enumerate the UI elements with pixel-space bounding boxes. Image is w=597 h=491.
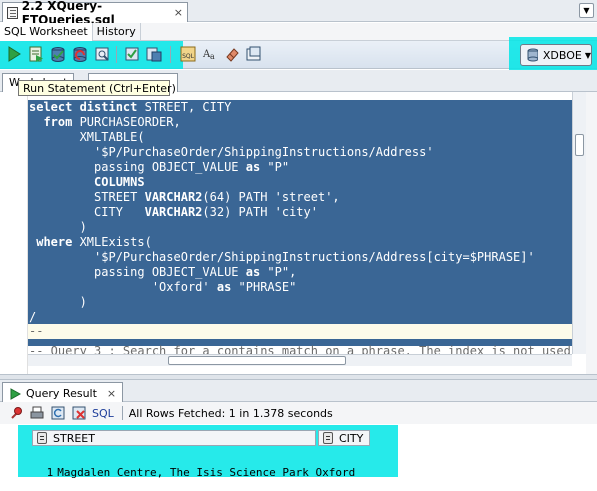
cell-street[interactable]: Magdalen Centre, The Isis Science Park: [57, 466, 309, 479]
column-header-street[interactable]: STREET: [32, 430, 316, 446]
column-header-label: CITY: [339, 431, 364, 445]
code-line: from PURCHASEORDER,: [29, 115, 181, 129]
column-header-city[interactable]: CITY: [318, 430, 370, 446]
run-statement-tooltip: Run Statement (Ctrl+Enter): [18, 80, 176, 96]
vertical-scrollbar[interactable]: [572, 92, 586, 354]
run-statement-icon[interactable]: [6, 46, 22, 62]
format-case-icon[interactable]: Aa: [202, 46, 218, 62]
result-toolbar: SQL All Rows Fetched: 1 in 1.378 seconds: [0, 402, 597, 424]
run-script-icon[interactable]: [28, 46, 44, 62]
sql-editor[interactable]: select distinct STREET, CITY from PURCHA…: [0, 92, 597, 374]
autotrace-icon[interactable]: [94, 46, 110, 62]
sql-file-icon: [7, 6, 18, 19]
print-icon[interactable]: [29, 405, 45, 421]
horizontal-scrollbar[interactable]: [28, 354, 572, 366]
chevron-down-icon: ▼: [584, 50, 591, 60]
code-line: passing OBJECT_VALUE as "P",: [29, 265, 297, 279]
connection-selector[interactable]: XDBOE ▼: [520, 44, 592, 66]
pin-icon[interactable]: [8, 405, 24, 421]
result-tabbar: Query Result ×: [0, 380, 597, 402]
fetch-status: All Rows Fetched: 1 in 1.378 seconds: [128, 406, 333, 420]
code-line: XMLTABLE(: [29, 130, 145, 144]
tab-list-dropdown-button[interactable]: ▼: [579, 3, 594, 18]
run-statement-icon: [10, 387, 21, 400]
rollback-icon[interactable]: [72, 46, 88, 62]
find-icon[interactable]: [246, 46, 262, 62]
row-number: 1: [46, 466, 54, 479]
database-icon: [527, 48, 538, 62]
tab-query-result[interactable]: Query Result ×: [2, 382, 124, 402]
editor-right-strip: [586, 92, 597, 374]
code-line: where XMLExists(: [29, 235, 152, 249]
document-tab[interactable]: 2.2 XQuery-FTQueries.sql ×: [2, 0, 188, 27]
code-line: /: [29, 310, 37, 324]
toolbar-separator: [116, 46, 117, 63]
close-icon[interactable]: ×: [174, 6, 183, 19]
query-result-label: Query Result: [26, 387, 97, 400]
worksheet-toolbar: SQL Aa XDBOE ▼: [0, 37, 597, 73]
table-row[interactable]: 1 Magdalen Centre, The Isis Science Park …: [30, 449, 356, 479]
cell-city[interactable]: Oxford: [316, 466, 356, 479]
toolbar-separator: [170, 46, 171, 63]
document-tabbar: 2.2 XQuery-FTQueries.sql × ▼: [0, 0, 597, 27]
eraser-icon[interactable]: [224, 46, 240, 62]
result-grid-header: STREET CITY: [30, 430, 370, 446]
code-line: select distinct STREET, CITY: [29, 100, 232, 114]
toolbar-separator: [121, 406, 123, 420]
code-line: STREET VARCHAR2(64) PATH 'street',: [29, 190, 340, 204]
code-line: '$P/PurchaseOrder/ShippingInstructions/A…: [29, 250, 535, 264]
scroll-thumb[interactable]: [575, 134, 584, 156]
commit-icon[interactable]: [50, 46, 66, 62]
code-line: ): [29, 295, 87, 309]
current-line-highlight: --: [28, 324, 572, 339]
worksheet-subtabs: SQL Worksheet History: [0, 23, 597, 41]
code-line: '$P/PurchaseOrder/ShippingInstructions/A…: [29, 145, 434, 159]
caret-line-text: --: [29, 324, 44, 338]
code-line: ): [29, 220, 87, 234]
explain-plan-icon[interactable]: [124, 46, 140, 62]
code-line: 'Oxford' as "PHRASE": [29, 280, 297, 294]
svg-text:a: a: [210, 52, 215, 61]
refresh-icon[interactable]: [50, 405, 66, 421]
code-line: CITY VARCHAR2(32) PATH 'city': [29, 205, 318, 219]
column-icon: [37, 432, 47, 444]
connection-name: XDBOE: [542, 48, 582, 62]
sql-tuning-icon[interactable]: [146, 46, 162, 62]
column-icon: [323, 432, 333, 444]
tab-sql-worksheet[interactable]: SQL Worksheet: [0, 23, 93, 41]
scroll-thumb[interactable]: [168, 356, 346, 365]
svg-text:SQL: SQL: [182, 53, 195, 60]
line-gutter: [0, 92, 28, 374]
tab-history[interactable]: History: [93, 23, 141, 41]
column-header-label: STREET: [53, 431, 95, 445]
code-line: COLUMNS: [94, 175, 145, 189]
sql-history-icon[interactable]: SQL: [180, 46, 196, 62]
close-icon[interactable]: ×: [107, 387, 116, 400]
code-line: passing OBJECT_VALUE as "P": [29, 160, 290, 174]
cancel-fetch-icon[interactable]: [71, 405, 87, 421]
sql-link[interactable]: SQL: [92, 407, 114, 420]
